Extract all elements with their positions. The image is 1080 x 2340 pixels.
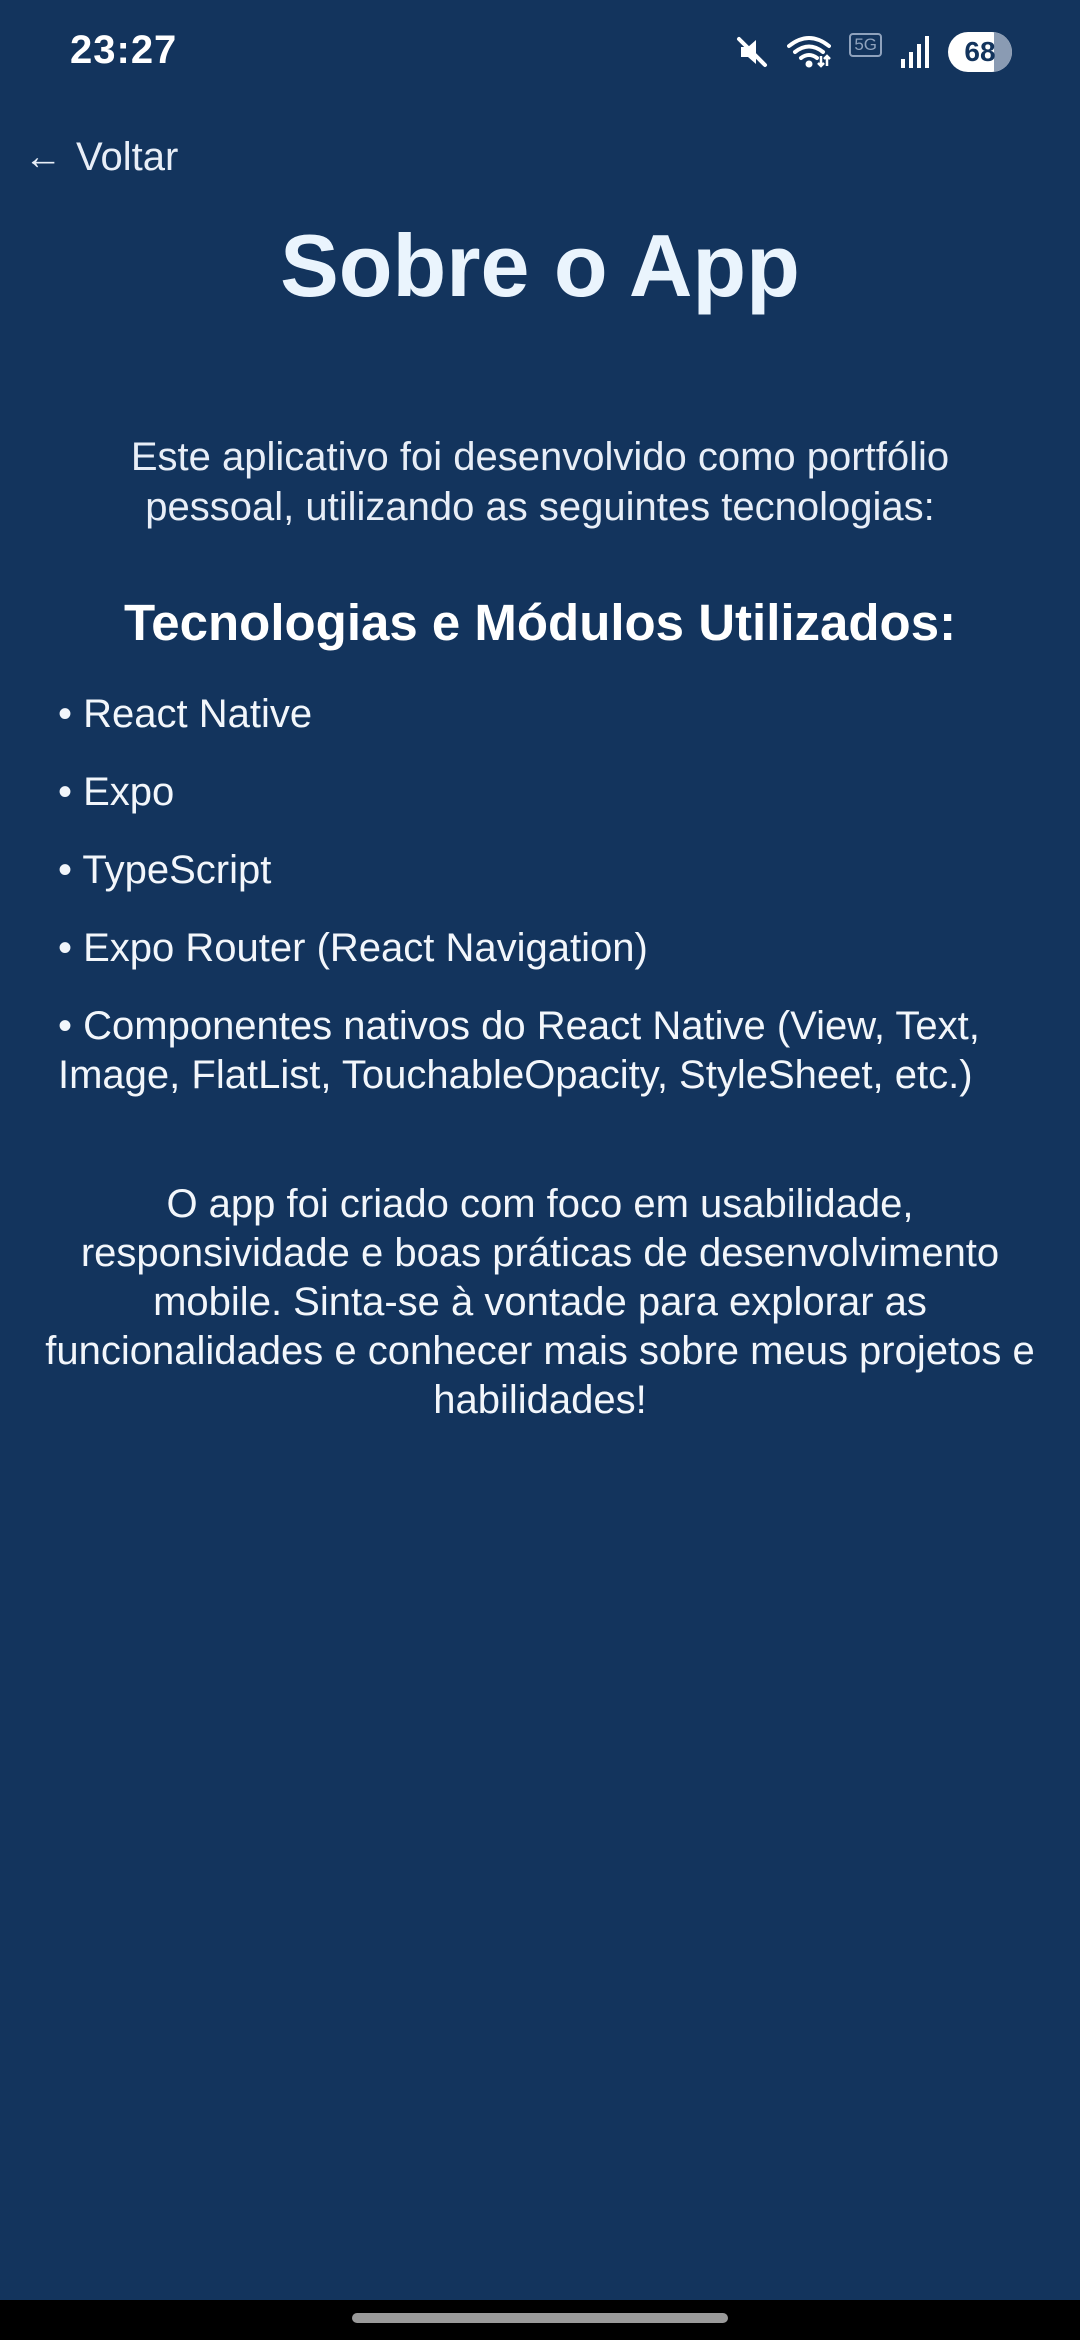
page-title: Sobre o App xyxy=(280,216,800,315)
list-item: • Componentes nativos do React Native (V… xyxy=(58,1004,980,1097)
battery-level: 68 xyxy=(964,36,996,67)
list-item: • React Native xyxy=(58,692,313,736)
home-gesture-handle[interactable] xyxy=(352,2313,728,2323)
outro-text: O app foi criado com foco em usabilidade… xyxy=(45,1182,1035,1422)
list-item: • Expo xyxy=(58,770,175,814)
battery-icon: 68 xyxy=(948,32,1012,72)
status-time: 23:27 xyxy=(70,28,178,72)
list-item: • TypeScript xyxy=(58,848,272,892)
network-type-badge: 5G xyxy=(849,33,882,57)
list-item: • Expo Router (React Navigation) xyxy=(58,926,648,970)
intro-text: Este aplicativo foi desenvolvido como po… xyxy=(130,435,950,529)
signal-icon xyxy=(900,35,930,69)
status-bar: 23:27 5G 68 xyxy=(0,0,1080,110)
back-button[interactable]: ← Voltar xyxy=(24,135,178,180)
wifi-icon xyxy=(787,34,832,70)
technology-list: • React Native • Expo • TypeScript • Exp… xyxy=(58,690,1028,1129)
system-navigation-bar xyxy=(0,2300,1080,2340)
status-icons: 5G 68 xyxy=(735,30,1012,74)
back-arrow-icon: ← xyxy=(24,136,62,178)
back-label: Voltar xyxy=(76,135,179,179)
section-title: Tecnologias e Módulos Utilizados: xyxy=(123,594,957,651)
mute-icon xyxy=(735,35,769,69)
